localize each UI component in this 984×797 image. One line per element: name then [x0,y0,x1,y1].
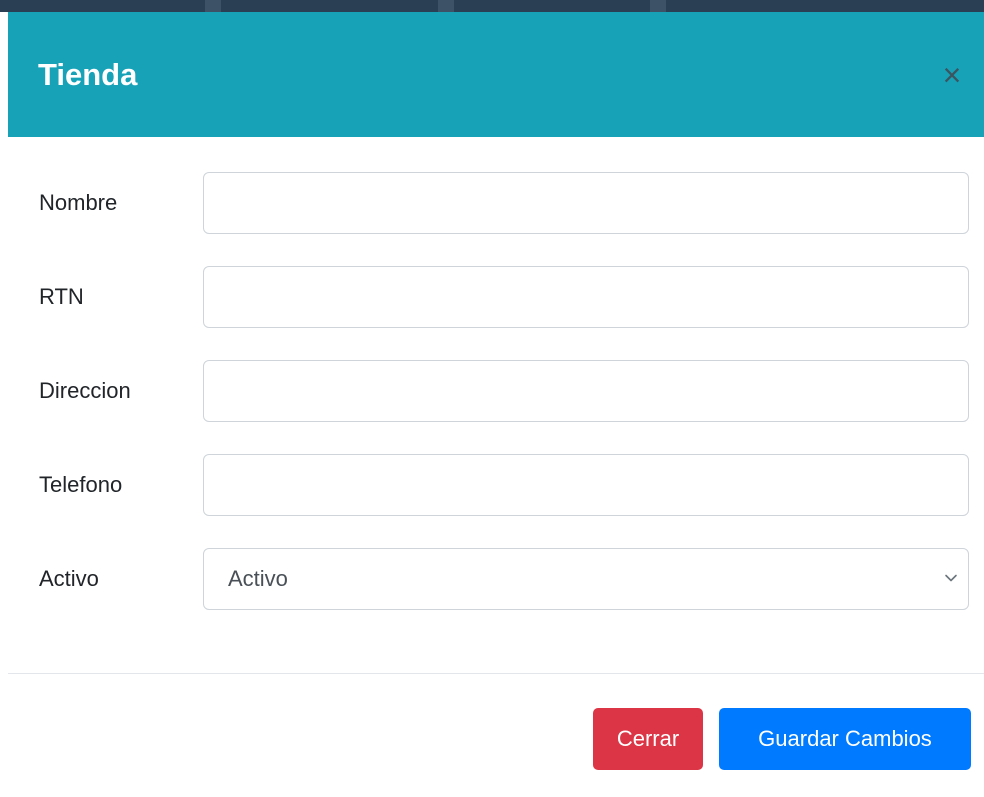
footer-divider [8,673,984,674]
modal-title: Tienda [38,57,138,92]
nombre-label: Nombre [39,190,118,215]
guardar-cambios-button[interactable]: Guardar Cambios [719,708,971,770]
rtn-input[interactable] [203,266,969,328]
close-icon: × [942,57,962,93]
form-row-direccion: Direccion [8,360,984,422]
tienda-modal: Tienda × Nombre RTN Direccion Telefono A… [8,12,984,797]
direccion-label: Direccion [39,378,131,403]
form-row-activo: Activo Activo [8,548,984,610]
cerrar-button[interactable]: Cerrar [593,708,703,770]
form-row-telefono: Telefono [8,454,984,516]
telefono-label: Telefono [39,472,123,497]
background-element [650,0,666,12]
direccion-input[interactable] [203,360,969,422]
telefono-input[interactable] [203,454,969,516]
form-row-rtn: RTN [8,266,984,328]
activo-label: Activo [39,566,99,591]
activo-select[interactable]: Activo [203,548,969,610]
modal-header: Tienda × [8,12,984,137]
background-page-strip [0,0,984,12]
background-element [438,0,454,12]
form-row-nombre: Nombre [8,172,984,234]
rtn-label: RTN [39,284,84,309]
activo-selected-value: Activo [228,566,288,591]
chevron-down-icon [945,574,957,582]
close-button[interactable]: × [934,56,970,94]
background-element [205,0,221,12]
nombre-input[interactable] [203,172,969,234]
